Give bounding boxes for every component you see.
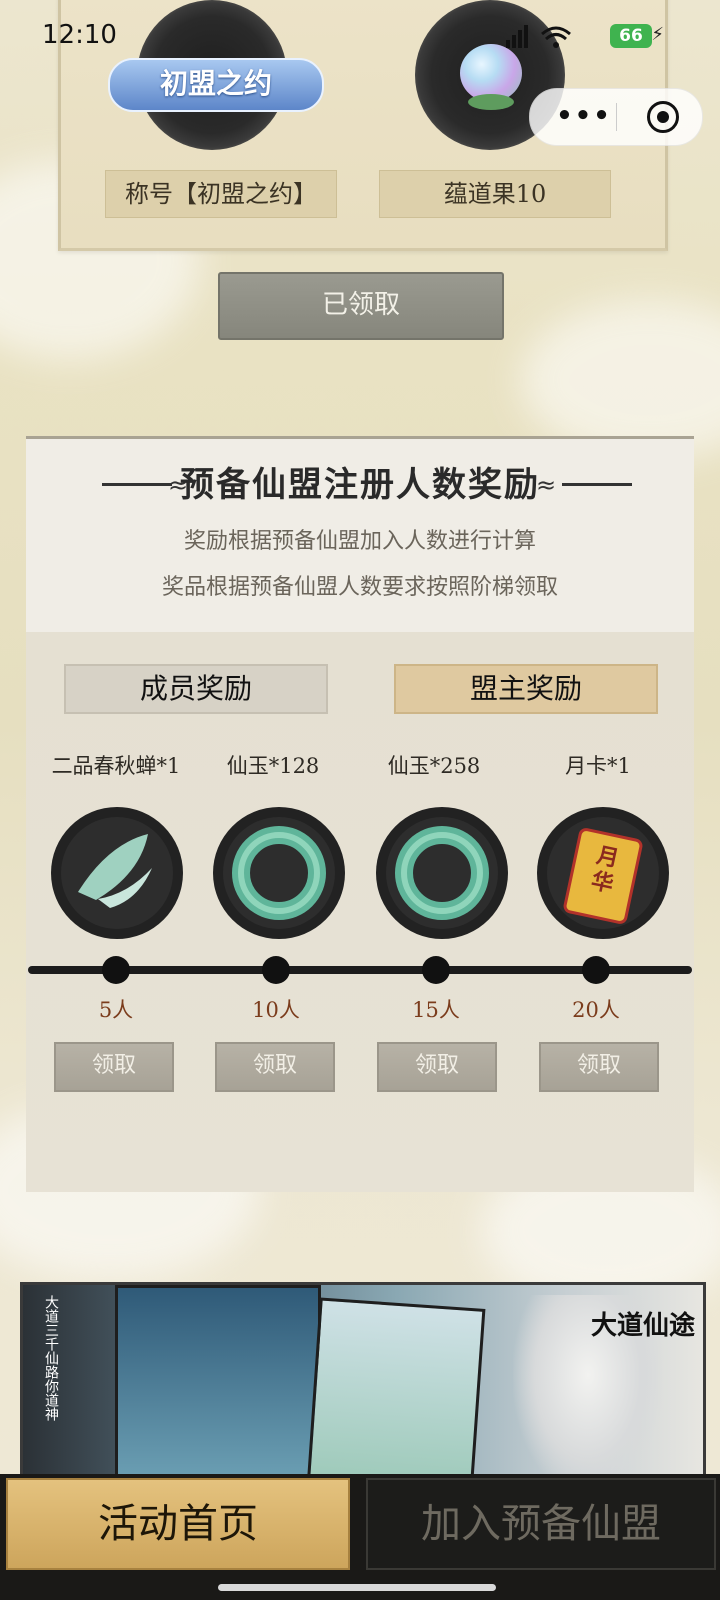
- capsule-divider: [616, 103, 617, 131]
- join-alliance-button[interactable]: 加入预备仙盟: [366, 1478, 716, 1570]
- status-bar: 12:10 66 ⚡: [0, 0, 720, 70]
- close-target-icon[interactable]: [647, 101, 679, 133]
- reward-name: 月卡*1: [565, 754, 631, 778]
- tab-member-rewards[interactable]: 成员奖励: [64, 664, 328, 714]
- panel-desc-line-2: 奖品根据预备仙盟人数要求按照阶梯领取: [161, 575, 558, 600]
- fruit-leaf-icon: [468, 94, 514, 110]
- game-ad-banner[interactable]: 大道三千仙路你道神 大道仙途: [20, 1282, 706, 1488]
- people-threshold: 20人: [572, 998, 620, 1022]
- charging-icon: ⚡: [651, 24, 664, 45]
- panel-header: ≈ ≈ 预备仙盟注册人数奖励 奖励根据预备仙盟加入人数进行计算 奖品根据预备仙盟…: [26, 436, 694, 635]
- people-threshold: 10人: [252, 998, 300, 1022]
- home-indicator[interactable]: [218, 1584, 496, 1591]
- registration-reward-panel: ≈ ≈ 预备仙盟注册人数奖励 奖励根据预备仙盟加入人数进行计算 奖品根据预备仙盟…: [18, 428, 702, 1198]
- month-card-icon: 月华: [534, 804, 672, 942]
- progress-node: [582, 956, 610, 984]
- reward-label-fruit: 蕴道果10: [379, 170, 611, 218]
- progress-node: [262, 956, 290, 984]
- claimed-button[interactable]: 已领取: [218, 272, 504, 340]
- people-threshold: 5人: [98, 998, 134, 1022]
- banner-vertical-text: 大道三千仙路你道神: [43, 1295, 59, 1421]
- status-time: 12:10: [42, 20, 117, 50]
- bottom-nav: 活动首页 加入预备仙盟: [0, 1474, 720, 1600]
- jade-ring-icon: [213, 807, 345, 939]
- tab-leader-rewards[interactable]: 盟主奖励: [394, 664, 658, 714]
- panel-desc-line-1: 奖励根据预备仙盟加入人数进行计算: [183, 529, 536, 554]
- reward-name: 仙玉*128: [226, 754, 320, 778]
- signal-wifi-icon: [506, 25, 571, 48]
- progress-node: [422, 956, 450, 984]
- claim-button[interactable]: 领取: [377, 1042, 497, 1092]
- claim-button[interactable]: 领取: [54, 1042, 174, 1092]
- banner-screenshot: [306, 1297, 486, 1485]
- banner-screenshot: [115, 1285, 321, 1485]
- reward-label-title: 称号【初盟之约】: [105, 170, 337, 218]
- miniprogram-capsule: •••: [529, 88, 703, 146]
- people-threshold: 15人: [412, 998, 460, 1022]
- battery-indicator: 66: [610, 24, 652, 48]
- progress-node: [102, 956, 130, 984]
- claim-button[interactable]: 领取: [539, 1042, 659, 1092]
- more-icon[interactable]: •••: [554, 101, 614, 131]
- reward-name: 仙玉*258: [387, 754, 481, 778]
- panel-title: 预备仙盟注册人数奖励: [180, 465, 540, 505]
- reward-name: 二品春秋蝉*1: [51, 754, 181, 778]
- cicada-jade-icon: [51, 807, 183, 939]
- jade-ring-icon: [376, 807, 508, 939]
- activity-home-button[interactable]: 活动首页: [6, 1478, 350, 1570]
- claim-button[interactable]: 领取: [215, 1042, 335, 1092]
- banner-brand-logo: 大道仙途: [590, 1311, 695, 1341]
